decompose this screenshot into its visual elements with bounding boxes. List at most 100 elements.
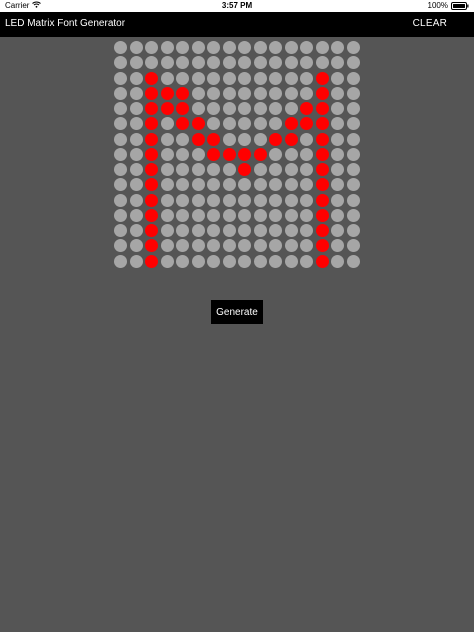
led-dot-on[interactable]: [145, 132, 158, 146]
led-dot-on[interactable]: [315, 147, 329, 161]
led-dot-off[interactable]: [207, 163, 220, 176]
led-dot-off[interactable]: [300, 254, 313, 268]
led-dot-off[interactable]: [191, 86, 205, 100]
led-dot-off[interactable]: [269, 208, 282, 222]
led-dot-off[interactable]: [284, 147, 298, 161]
led-dot-off[interactable]: [331, 224, 344, 237]
led-dot-off[interactable]: [160, 239, 174, 253]
led-dot-off[interactable]: [129, 41, 143, 54]
led-dot-on[interactable]: [160, 86, 174, 100]
led-dot-on[interactable]: [284, 132, 298, 146]
led-dot-off[interactable]: [222, 193, 236, 207]
led-dot-off[interactable]: [253, 163, 267, 176]
led-dot-off[interactable]: [269, 178, 282, 192]
led-dot-on[interactable]: [315, 132, 329, 146]
led-dot-off[interactable]: [269, 102, 282, 115]
led-dot-off[interactable]: [284, 86, 298, 100]
led-dot-off[interactable]: [253, 224, 267, 237]
led-dot-off[interactable]: [129, 102, 143, 115]
led-dot-off[interactable]: [114, 41, 127, 54]
led-dot-off[interactable]: [331, 71, 344, 85]
led-dot-on[interactable]: [315, 86, 329, 100]
led-dot-on[interactable]: [315, 224, 329, 237]
led-dot-off[interactable]: [129, 132, 143, 146]
led-dot-on[interactable]: [145, 224, 158, 237]
led-dot-off[interactable]: [176, 132, 189, 146]
led-dot-off[interactable]: [269, 193, 282, 207]
led-dot-off[interactable]: [176, 224, 189, 237]
led-dot-off[interactable]: [222, 102, 236, 115]
led-dot-off[interactable]: [331, 147, 344, 161]
led-dot-off[interactable]: [176, 178, 189, 192]
led-dot-off[interactable]: [346, 178, 360, 192]
led-dot-off[interactable]: [222, 41, 236, 54]
led-dot-off[interactable]: [114, 208, 127, 222]
led-dot-off[interactable]: [300, 208, 313, 222]
led-dot-off[interactable]: [207, 178, 220, 192]
led-dot-off[interactable]: [253, 239, 267, 253]
led-dot-on[interactable]: [145, 163, 158, 176]
led-dot-off[interactable]: [160, 147, 174, 161]
led-dot-off[interactable]: [346, 147, 360, 161]
led-dot-off[interactable]: [253, 208, 267, 222]
led-dot-off[interactable]: [253, 86, 267, 100]
clear-button[interactable]: CLEAR: [413, 18, 447, 29]
led-dot-off[interactable]: [222, 254, 236, 268]
led-dot-off[interactable]: [176, 163, 189, 176]
led-dot-on[interactable]: [145, 117, 158, 131]
led-dot-on[interactable]: [145, 178, 158, 192]
led-dot-off[interactable]: [176, 254, 189, 268]
led-dot-off[interactable]: [114, 132, 127, 146]
led-dot-off[interactable]: [238, 193, 251, 207]
led-dot-on[interactable]: [315, 102, 329, 115]
led-dot-on[interactable]: [145, 71, 158, 85]
led-dot-off[interactable]: [331, 132, 344, 146]
led-dot-off[interactable]: [207, 117, 220, 131]
led-dot-off[interactable]: [191, 224, 205, 237]
led-dot-on[interactable]: [191, 117, 205, 131]
led-dot-on[interactable]: [300, 117, 313, 131]
led-dot-on[interactable]: [176, 117, 189, 131]
led-dot-on[interactable]: [191, 132, 205, 146]
led-dot-off[interactable]: [207, 71, 220, 85]
led-dot-off[interactable]: [346, 193, 360, 207]
led-dot-off[interactable]: [129, 224, 143, 237]
led-dot-off[interactable]: [114, 193, 127, 207]
led-dot-off[interactable]: [160, 117, 174, 131]
led-dot-off[interactable]: [300, 224, 313, 237]
led-dot-off[interactable]: [160, 163, 174, 176]
led-dot-off[interactable]: [191, 193, 205, 207]
led-dot-off[interactable]: [331, 178, 344, 192]
led-dot-on[interactable]: [300, 102, 313, 115]
led-dot-off[interactable]: [238, 86, 251, 100]
led-dot-off[interactable]: [207, 102, 220, 115]
led-dot-on[interactable]: [315, 239, 329, 253]
led-dot-off[interactable]: [300, 132, 313, 146]
led-dot-off[interactable]: [346, 56, 360, 70]
led-dot-off[interactable]: [160, 178, 174, 192]
led-dot-off[interactable]: [238, 102, 251, 115]
led-dot-on[interactable]: [145, 239, 158, 253]
led-dot-on[interactable]: [145, 193, 158, 207]
led-dot-off[interactable]: [191, 56, 205, 70]
led-dot-off[interactable]: [238, 178, 251, 192]
led-dot-off[interactable]: [160, 56, 174, 70]
led-dot-off[interactable]: [238, 132, 251, 146]
led-dot-off[interactable]: [238, 254, 251, 268]
led-dot-on[interactable]: [160, 102, 174, 115]
led-dot-off[interactable]: [300, 163, 313, 176]
led-dot-off[interactable]: [300, 71, 313, 85]
led-dot-off[interactable]: [207, 239, 220, 253]
led-dot-off[interactable]: [315, 56, 329, 70]
led-dot-off[interactable]: [300, 193, 313, 207]
led-dot-off[interactable]: [160, 132, 174, 146]
led-dot-off[interactable]: [331, 102, 344, 115]
led-dot-off[interactable]: [269, 224, 282, 237]
led-dot-off[interactable]: [300, 147, 313, 161]
led-dot-off[interactable]: [207, 254, 220, 268]
led-dot-on[interactable]: [238, 147, 251, 161]
led-dot-off[interactable]: [253, 193, 267, 207]
led-dot-off[interactable]: [331, 239, 344, 253]
led-dot-off[interactable]: [160, 224, 174, 237]
led-dot-off[interactable]: [238, 41, 251, 54]
